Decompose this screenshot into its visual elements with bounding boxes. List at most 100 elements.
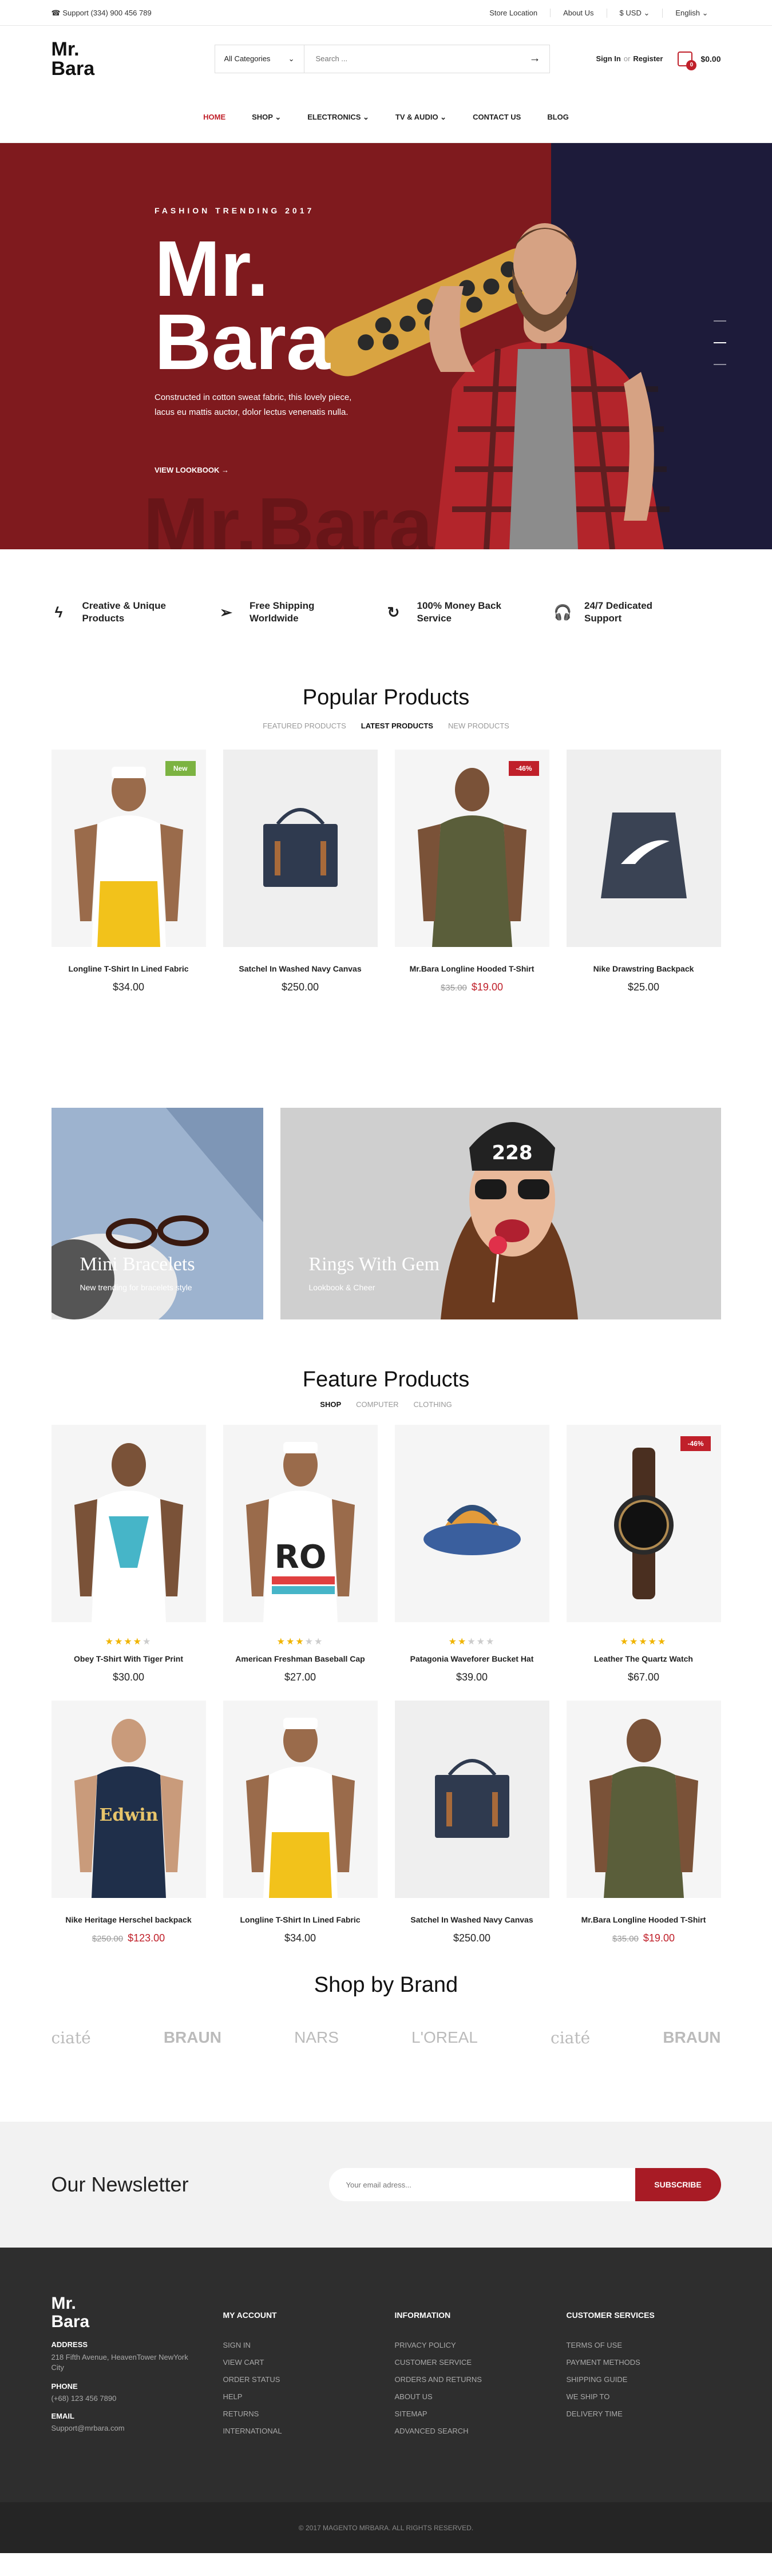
product-card[interactable]: Satchel In Washed Navy Canvas $250.00 [223, 750, 378, 993]
product-image[interactable] [394, 1425, 549, 1622]
footer-link[interactable]: PAYMENT METHODS [567, 2354, 721, 2371]
slider-dot[interactable] [714, 320, 726, 322]
footer-link[interactable]: WE SHIP TO [567, 2388, 721, 2405]
shopping-bag-icon: 0 [678, 51, 697, 70]
currency-select[interactable]: $ USD ⌄ [606, 8, 663, 18]
or-text: or [623, 54, 631, 63]
product-image[interactable]: -46% [566, 1425, 721, 1622]
tab-clothing[interactable]: CLOTHING [414, 1400, 452, 1409]
footer-link[interactable]: ABOUT US [395, 2388, 567, 2405]
product-name[interactable]: Obey T-Shirt With Tiger Print [52, 1654, 206, 1663]
product-name[interactable]: Leather The Quartz Watch [567, 1654, 721, 1663]
tab-latest[interactable]: LATEST PRODUCTS [361, 722, 433, 730]
footer-link[interactable]: ORDER STATUS [223, 2371, 395, 2388]
product-card[interactable]: New Longline T-Shirt In Lined Fabric $34… [51, 750, 206, 993]
footer-link[interactable]: DELIVERY TIME [567, 2405, 721, 2423]
nav-item-shop[interactable]: SHOP ⌄ [252, 113, 281, 122]
brand-logo[interactable]: ciaté [52, 2028, 91, 2047]
product-name[interactable]: Longline T-Shirt In Lined Fabric [52, 964, 206, 973]
cart-button[interactable]: 0 $0.00 [678, 51, 721, 70]
nav-item-tv-audio[interactable]: TV & AUDIO ⌄ [395, 113, 446, 122]
product-image[interactable] [223, 1701, 378, 1898]
brand-logo[interactable]: NARS [294, 2028, 339, 2047]
footer-link[interactable]: HELP [223, 2388, 395, 2405]
product-image[interactable] [566, 750, 721, 947]
footer-link[interactable]: VIEW CART [223, 2354, 395, 2371]
footer-link[interactable]: SITEMAP [395, 2405, 567, 2423]
footer-link[interactable]: CUSTOMER SERVICE [395, 2354, 567, 2371]
newsletter-email-input[interactable] [328, 2168, 635, 2201]
product-card[interactable]: Mr.Bara Longline Hooded T-Shirt $35.00 $1… [566, 1701, 721, 1944]
view-lookbook-link[interactable]: VIEW LOOKBOOK → [155, 466, 372, 474]
topbar: ☎ Support (334) 900 456 789 Store Locati… [0, 0, 772, 26]
category-select[interactable]: All Categories ⌄ [215, 45, 304, 73]
product-card[interactable]: ★★★★★ Obey T-Shirt With Tiger Print $30.… [51, 1425, 206, 1683]
product-name[interactable]: Satchel In Washed Navy Canvas [223, 964, 378, 973]
brand-logo[interactable]: BRAUN [164, 2028, 221, 2047]
store-location-link[interactable]: Store Location [477, 9, 550, 17]
product-name[interactable]: Longline T-Shirt In Lined Fabric [223, 1915, 378, 1924]
search-input[interactable] [304, 45, 521, 73]
footer-link[interactable]: ADVANCED SEARCH [395, 2423, 567, 2440]
product-card[interactable]: Edwin Nike Heritage Herschel backpack $2… [51, 1701, 206, 1944]
language-select[interactable]: English ⌄ [662, 8, 720, 18]
product-image[interactable]: Edwin [51, 1701, 206, 1898]
nav-item-blog[interactable]: BLOG [547, 113, 569, 121]
search-button[interactable]: → [521, 45, 549, 73]
product-image[interactable]: -46% [394, 750, 549, 947]
footer-link[interactable]: RETURNS [223, 2405, 395, 2423]
product-name[interactable]: Nike Heritage Herschel backpack [52, 1915, 206, 1924]
footer-link[interactable]: SIGN IN [223, 2337, 395, 2354]
tab-shop[interactable]: SHOP [320, 1400, 341, 1409]
product-card[interactable]: -46% ★★★★★ Leather The Quartz Watch $67.… [566, 1425, 721, 1683]
nav-item-home[interactable]: HOME [203, 113, 225, 121]
site-logo[interactable]: Mr. Bara [52, 39, 215, 78]
footer-link[interactable]: TERMS OF USE [567, 2337, 721, 2354]
promo-banner[interactable]: Mini Bracelets New trending for bracelet… [51, 1108, 263, 1319]
footer-logo[interactable]: Mr. Bara [52, 2294, 223, 2331]
about-us-link[interactable]: About Us [550, 9, 606, 17]
signin-link[interactable]: Sign In [596, 54, 621, 63]
brand-logo[interactable]: ciaté [551, 2028, 590, 2047]
product-card[interactable]: Nike Drawstring Backpack $25.00 [566, 750, 721, 993]
register-link[interactable]: Register [633, 54, 663, 63]
tab-computer[interactable]: COMPUTER [356, 1400, 398, 1409]
product-name[interactable]: Patagonia Waveforer Bucket Hat [395, 1654, 549, 1663]
sale-price: $123.00 [128, 1932, 165, 1944]
slider-dot-active[interactable] [714, 342, 726, 343]
product-image[interactable] [223, 750, 378, 947]
footer-link[interactable]: PRIVACY POLICY [395, 2337, 567, 2354]
product-name[interactable]: Mr.Bara Longline Hooded T-Shirt [567, 1915, 721, 1924]
footer-link[interactable]: INTERNATIONAL [223, 2423, 395, 2440]
search-bar: All Categories ⌄ → [214, 44, 550, 73]
product-image[interactable] [566, 1701, 721, 1898]
footer-link[interactable]: SHIPPING GUIDE [567, 2371, 721, 2388]
product-image[interactable]: RO [223, 1425, 378, 1622]
promo-banner[interactable]: 228 Rings With Gem Lookbook & Cheer [280, 1108, 721, 1319]
product-image[interactable] [51, 1425, 206, 1622]
product-name[interactable]: Nike Drawstring Backpack [567, 964, 721, 973]
product-name[interactable]: American Freshman Baseball Cap [223, 1654, 378, 1663]
slider-dot[interactable] [714, 364, 726, 365]
product-card[interactable]: RO ★★★★★ American Freshman Baseball Cap … [223, 1425, 378, 1683]
subscribe-button[interactable]: SUBSCRIBE [635, 2168, 721, 2201]
footer-link[interactable]: ORDERS AND RETURNS [395, 2371, 567, 2388]
tab-new[interactable]: NEW PRODUCTS [448, 722, 509, 730]
product-name[interactable]: Satchel In Washed Navy Canvas [395, 1915, 549, 1924]
product-price: $67.00 [627, 1671, 660, 1683]
nav-item-contact[interactable]: CONTACT US [473, 113, 521, 121]
tab-featured[interactable]: FEATURED PRODUCTS [263, 722, 346, 730]
email-text[interactable]: Support@mrbara.com [52, 2424, 223, 2432]
nav-item-electronics[interactable]: ELECTRONICS ⌄ [307, 113, 369, 122]
product-image[interactable]: New [51, 750, 206, 947]
product-name[interactable]: Mr.Bara Longline Hooded T-Shirt [395, 964, 549, 973]
brand-logo[interactable]: L'OREAL [411, 2028, 478, 2047]
product-image[interactable] [394, 1701, 549, 1898]
newsletter-section: Our Newsletter SUBSCRIBE [0, 2122, 772, 2248]
product-card[interactable]: Longline T-Shirt In Lined Fabric $34.00 [223, 1701, 378, 1944]
product-card[interactable]: -46% Mr.Bara Longline Hooded T-Shirt $35… [394, 750, 549, 993]
product-card[interactable]: Satchel In Washed Navy Canvas $250.00 [394, 1701, 549, 1944]
product-price: $34.00 [284, 1932, 316, 1944]
product-card[interactable]: ★★★★★ Patagonia Waveforer Bucket Hat $39… [394, 1425, 549, 1683]
brand-logo[interactable]: BRAUN [663, 2028, 720, 2047]
